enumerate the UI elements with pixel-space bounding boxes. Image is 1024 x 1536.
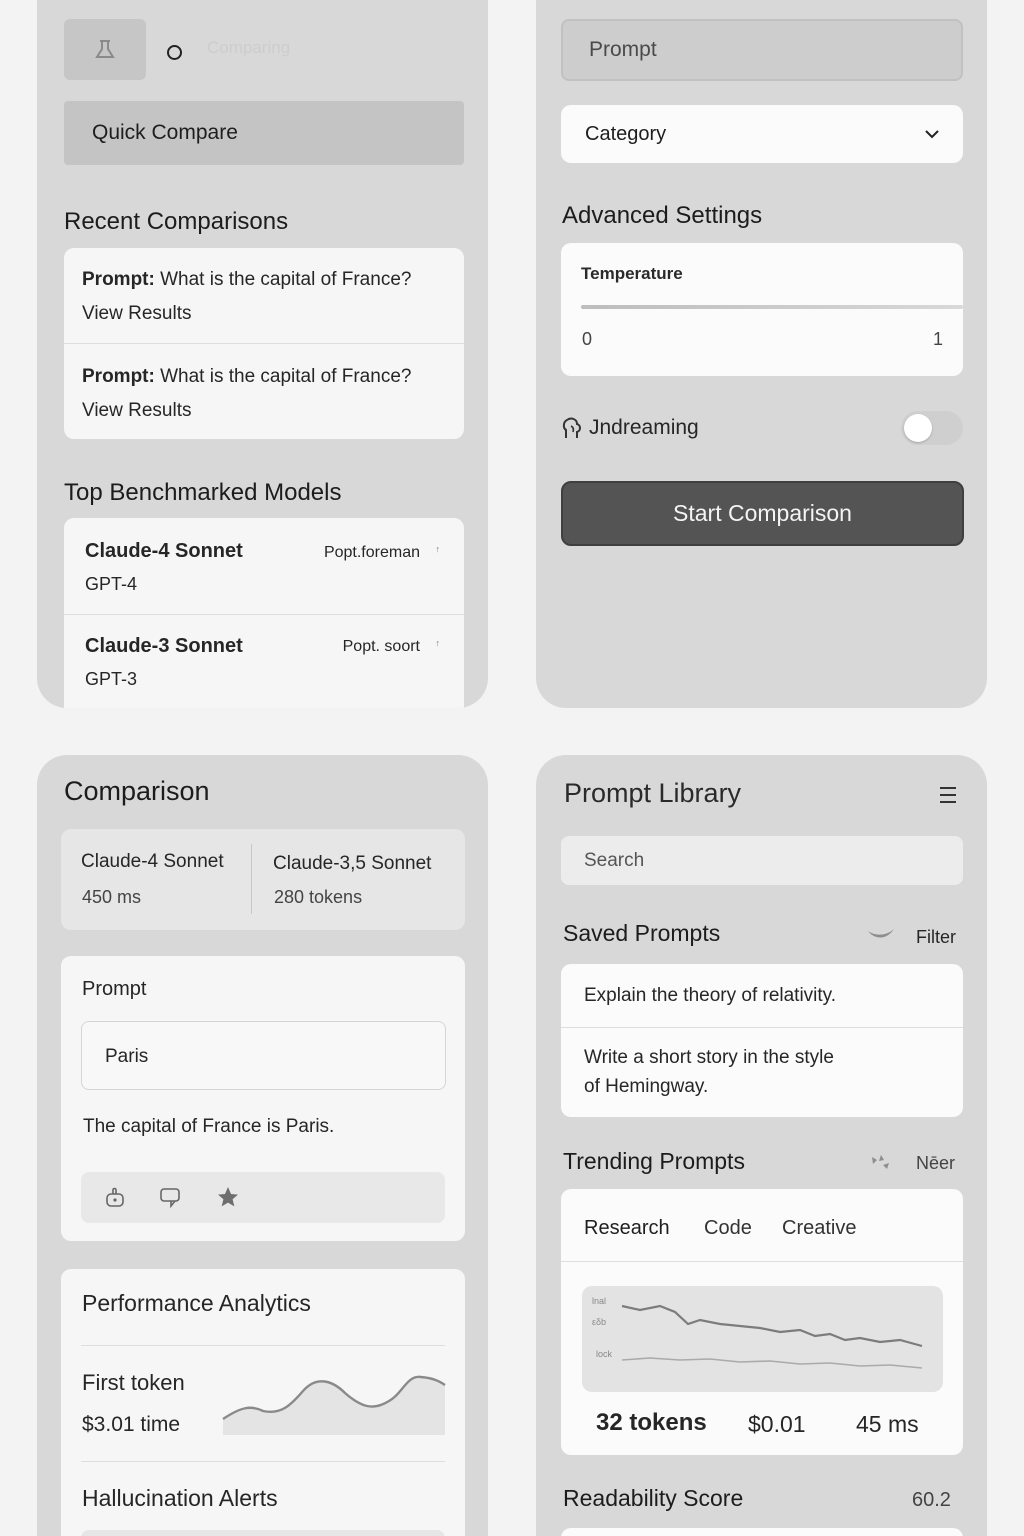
brain-icon (561, 416, 583, 442)
slider-max: 1 (932, 329, 943, 349)
comparison-form-panel: Prompt Category Advanced Settings Temper… (536, 0, 987, 708)
divider (561, 1261, 963, 1262)
readability-title: Readability Score (563, 1485, 744, 1511)
quick-compare-button[interactable]: Quick Compare (64, 101, 464, 165)
saved-prompt-line: Write a short story in the style (584, 1047, 834, 1068)
performance-card: Performance Analytics First token $3.01 … (61, 1269, 465, 1536)
menu-icon[interactable] (936, 783, 960, 807)
prompt-library-panel: Prompt Library Search Saved Prompts Filt… (536, 755, 987, 1536)
chart-axis-label: εδb (592, 1317, 607, 1327)
filter-icon[interactable] (866, 925, 896, 945)
model-sub: GPT-3 (85, 669, 138, 689)
recent-comparisons-list: Prompt: What is the capital of France? V… (64, 248, 464, 439)
search-input[interactable]: Search (561, 836, 963, 885)
chart-axis-label: lnal (592, 1296, 607, 1306)
arrow-up-icon: ↑ (435, 638, 441, 648)
first-token-sparkline (221, 1369, 447, 1435)
radio-button[interactable] (167, 45, 182, 60)
answer-short: Paris (105, 1046, 149, 1067)
prompt-text: What is the capital of France? (160, 366, 412, 387)
tab-research[interactable]: Research (584, 1217, 670, 1240)
model-meta: Popt. soort (342, 638, 420, 655)
stat-latency: 45 ms (856, 1411, 919, 1437)
recent-comparisons-title: Recent Comparisons (64, 208, 289, 235)
comparison-panel: Comparison Claude-4 Sonnet 450 ms Claude… (37, 755, 488, 1536)
chevron-down-icon (923, 125, 941, 143)
top-models-title: Top Benchmarked Models (64, 479, 342, 506)
top-models-list: Claude-4 Sonnet GPT-4 Popt.foreman ↑ Cla… (64, 518, 464, 708)
thumbs-up-icon[interactable] (103, 1185, 127, 1209)
sparkle-icon (869, 1151, 893, 1173)
first-token-value: $3.01 time (82, 1413, 181, 1436)
first-token-label: First token (82, 1370, 185, 1395)
lab-button[interactable] (64, 19, 146, 80)
view-results-link[interactable]: View Results (82, 400, 191, 422)
model-meta: Popt.foreman (323, 544, 420, 561)
prompt-text: What is the capital of France? (160, 269, 412, 290)
faded-header: Comparing (207, 38, 291, 57)
model-b-name: Claude-3,5 Sonnet (273, 853, 432, 874)
trending-card: Research Code Creative lnal εδb lock 32 … (561, 1189, 963, 1455)
trending-prompts-title: Trending Prompts (563, 1148, 745, 1174)
prompt-label: Prompt: (82, 269, 155, 290)
arrow-up-icon: ↑ (435, 544, 441, 554)
star-icon[interactable] (216, 1185, 240, 1209)
tab-code[interactable]: Code (704, 1217, 752, 1240)
category-select[interactable]: Category (561, 105, 963, 163)
chart-axis-label: lock (596, 1349, 613, 1359)
model-summary-card: Claude-4 Sonnet 450 ms Claude-3,5 Sonnet… (61, 829, 465, 930)
performance-title: Performance Analytics (82, 1290, 311, 1316)
readability-value: 60.2 (912, 1489, 951, 1511)
start-comparison-button[interactable]: Start Comparison (561, 481, 964, 546)
answer-box: Paris (81, 1021, 446, 1090)
hallucination-title: Hallucination Alerts (82, 1485, 278, 1511)
answer-long: The capital of France is Paris. (83, 1116, 335, 1137)
toggle-label: Jndreaming (589, 416, 699, 439)
category-label: Category (585, 122, 667, 145)
prompt-result-card: Prompt Paris The capital of France is Pa… (61, 956, 465, 1241)
comparison-title: Comparison (64, 776, 210, 806)
prompt-label: Prompt: (82, 366, 155, 387)
saved-prompt-item[interactable]: Explain the theory of relativity. (584, 985, 836, 1007)
temperature-slider[interactable] (581, 305, 963, 309)
filter-label[interactable]: Filter (916, 927, 956, 948)
quick-compare-panel: Comparing Quick Compare Recent Compariso… (37, 0, 488, 708)
model-a-name: Claude-4 Sonnet (81, 851, 224, 872)
divider (64, 614, 464, 615)
model-a-stat: 450 ms (82, 887, 142, 907)
saved-prompts-title: Saved Prompts (563, 920, 721, 946)
divider (561, 1027, 963, 1028)
slider-min: 0 (582, 329, 593, 349)
hallucination-bar (81, 1530, 445, 1536)
temperature-label: Temperature (581, 264, 683, 283)
stat-cost: $0.01 (748, 1411, 806, 1437)
saved-prompt-line: of Hemingway. (584, 1076, 709, 1097)
model-name: Claude-3 Sonnet (85, 635, 243, 657)
model-name: Claude-4 Sonnet (85, 540, 243, 562)
jndreaming-toggle[interactable] (901, 411, 963, 445)
prompt-title: Prompt (82, 978, 147, 1000)
readability-card (561, 1528, 963, 1536)
saved-prompts-list: Explain the theory of relativity. Write … (561, 964, 963, 1117)
library-title: Prompt Library (564, 778, 742, 808)
advanced-settings-title: Advanced Settings (562, 202, 763, 229)
model-sub: GPT-4 (85, 574, 138, 594)
tab-creative[interactable]: Creative (782, 1217, 856, 1240)
divider (81, 1461, 445, 1462)
flask-icon (91, 36, 119, 64)
trending-action[interactable]: Nēer (916, 1153, 955, 1174)
trending-chart: lnal εδb lock (582, 1286, 943, 1392)
divider (64, 343, 464, 344)
toggle-knob (904, 414, 932, 442)
temperature-card: Temperature 0 1 (561, 243, 963, 376)
thumbs-down-icon[interactable] (159, 1185, 185, 1209)
feedback-bar (81, 1172, 445, 1223)
prompt-input[interactable]: Prompt (561, 19, 963, 81)
model-b-stat: 280 tokens (274, 887, 363, 907)
stat-tokens: 32 tokens (596, 1409, 707, 1436)
divider (251, 844, 252, 914)
view-results-link[interactable]: View Results (82, 303, 191, 325)
divider (81, 1345, 445, 1346)
